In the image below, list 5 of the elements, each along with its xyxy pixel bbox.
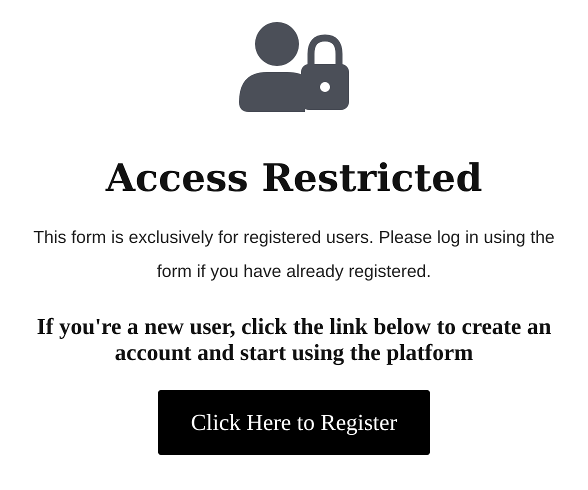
user-lock-icon — [239, 22, 349, 112]
subheading-text: If you're a new user, click the link below to create an account and start using the platform — [36, 314, 552, 366]
page-heading: Access Restricted — [106, 154, 482, 202]
register-button[interactable]: Click Here to Register — [158, 390, 430, 455]
message-text: This form is exclusively for registered users. Please log in using the form if you have already registered. — [32, 226, 556, 283]
